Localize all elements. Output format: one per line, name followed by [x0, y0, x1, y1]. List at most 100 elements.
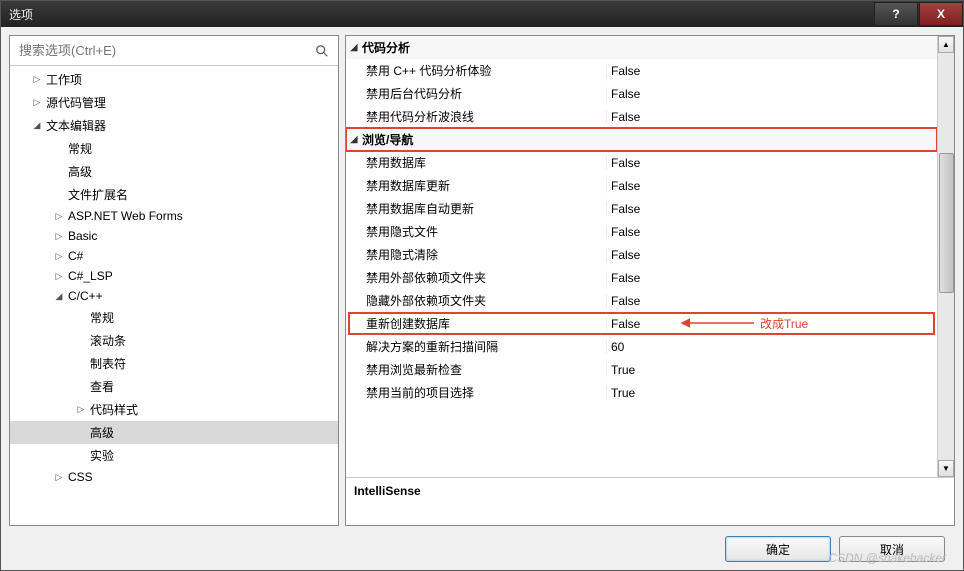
property-name: 禁用数据库更新 [346, 177, 606, 194]
tree-item[interactable]: 高级 [10, 421, 338, 444]
property-name: 禁用当前的项目选择 [346, 384, 606, 401]
scroll-up-icon[interactable]: ▲ [938, 36, 954, 53]
search-input[interactable] [13, 39, 309, 62]
tree-item[interactable]: ▷工作项 [10, 68, 338, 91]
property-value[interactable]: False [606, 271, 937, 285]
scroll-down-icon[interactable]: ▼ [938, 460, 954, 477]
grid-property[interactable]: 禁用当前的项目选择True [346, 381, 937, 404]
grid-property[interactable]: 禁用数据库自动更新False [346, 197, 937, 220]
tree-item[interactable]: ▷代码样式 [10, 398, 338, 421]
property-name: 解决方案的重新扫描间隔 [346, 338, 606, 355]
grid-property[interactable]: 禁用数据库False [346, 151, 937, 174]
tree-item[interactable]: 高级 [10, 160, 338, 183]
property-name: 禁用隐式清除 [346, 246, 606, 263]
grid-property[interactable]: 禁用代码分析波浪线False [346, 105, 937, 128]
property-value[interactable]: True [606, 363, 937, 377]
grid-property[interactable]: 禁用浏览最新检查True [346, 358, 937, 381]
tree-item[interactable]: 常规 [10, 137, 338, 160]
property-value[interactable]: 60 [606, 340, 937, 354]
panels: ▷工作项▷源代码管理◢文本编辑器常规高级文件扩展名▷ASP.NET Web Fo… [9, 35, 955, 526]
tree-item-label: 查看 [88, 377, 116, 396]
search-row [10, 36, 338, 66]
triangle-right-icon[interactable]: ▷ [30, 97, 44, 108]
property-value[interactable]: False [606, 225, 937, 239]
property-grid-container: ◢代码分析禁用 C++ 代码分析体验False禁用后台代码分析False禁用代码… [346, 36, 954, 477]
triangle-right-icon[interactable]: ▷ [52, 472, 66, 483]
tree-item[interactable]: 常规 [10, 306, 338, 329]
tree-item[interactable]: ▷C# [10, 246, 338, 266]
tree-item[interactable]: ◢C/C++ [10, 286, 338, 306]
grid-category[interactable]: ◢代码分析 [346, 36, 937, 59]
collapse-icon[interactable]: ◢ [346, 134, 362, 145]
grid-category[interactable]: ◢浏览/导航 [346, 128, 937, 151]
titlebar: 选项 ? X [1, 1, 963, 27]
grid-property[interactable]: 解决方案的重新扫描间隔60 [346, 335, 937, 358]
property-grid[interactable]: ◢代码分析禁用 C++ 代码分析体验False禁用后台代码分析False禁用代码… [346, 36, 937, 477]
property-value[interactable]: False [606, 110, 937, 124]
property-value[interactable]: False [606, 202, 937, 216]
property-value[interactable]: False [606, 317, 937, 331]
grid-property[interactable]: 禁用 C++ 代码分析体验False [346, 59, 937, 82]
property-value[interactable]: False [606, 294, 937, 308]
tree-item-label: 高级 [66, 162, 94, 181]
tree-item-label: 常规 [66, 139, 94, 158]
scrollbar-thumb[interactable] [939, 153, 954, 293]
triangle-right-icon[interactable]: ▷ [52, 211, 66, 222]
tree-item-label: C# [66, 248, 85, 264]
property-value[interactable]: False [606, 156, 937, 170]
help-button[interactable]: ? [874, 2, 918, 26]
tree-item-label: 工作项 [44, 70, 84, 89]
tree-item[interactable]: ▷源代码管理 [10, 91, 338, 114]
grid-property[interactable]: 重新创建数据库False [346, 312, 937, 335]
grid-property[interactable]: 禁用数据库更新False [346, 174, 937, 197]
tree-item[interactable]: 制表符 [10, 352, 338, 375]
description-panel: IntelliSense [346, 477, 954, 525]
property-value[interactable]: False [606, 87, 937, 101]
tree-item-label: 常规 [88, 308, 116, 327]
triangle-right-icon[interactable]: ▷ [52, 271, 66, 282]
grid-property[interactable]: 禁用后台代码分析False [346, 82, 937, 105]
property-name: 禁用浏览最新检查 [346, 361, 606, 378]
category-label: 代码分析 [362, 39, 937, 56]
triangle-right-icon[interactable]: ▷ [52, 231, 66, 242]
tree-item-label: 实验 [88, 446, 116, 465]
property-value[interactable]: True [606, 386, 937, 400]
description-title: IntelliSense [354, 484, 946, 498]
tree-item[interactable]: 查看 [10, 375, 338, 398]
triangle-down-icon[interactable]: ◢ [30, 120, 44, 131]
triangle-right-icon[interactable]: ▷ [30, 74, 44, 85]
tree-item[interactable]: 滚动条 [10, 329, 338, 352]
property-value[interactable]: False [606, 179, 937, 193]
category-label: 浏览/导航 [362, 131, 937, 148]
grid-property[interactable]: 隐藏外部依赖项文件夹False [346, 289, 937, 312]
property-value[interactable]: False [606, 64, 937, 78]
grid-property[interactable]: 禁用隐式清除False [346, 243, 937, 266]
property-name: 隐藏外部依赖项文件夹 [346, 292, 606, 309]
tree-item-label: 文件扩展名 [66, 185, 130, 204]
tree-item-label: 制表符 [88, 354, 128, 373]
tree-item[interactable]: 文件扩展名 [10, 183, 338, 206]
property-value[interactable]: False [606, 248, 937, 262]
tree-item[interactable]: ◢文本编辑器 [10, 114, 338, 137]
grid-property[interactable]: 禁用外部依赖项文件夹False [346, 266, 937, 289]
collapse-icon[interactable]: ◢ [346, 42, 362, 53]
tree-item[interactable]: ▷C#_LSP [10, 266, 338, 286]
tree-item[interactable]: 实验 [10, 444, 338, 467]
tree-item[interactable]: ▷Basic [10, 226, 338, 246]
ok-button[interactable]: 确定 [725, 536, 831, 562]
search-icon[interactable] [309, 39, 335, 62]
tree-item-label: 文本编辑器 [44, 116, 108, 135]
close-button[interactable]: X [919, 2, 963, 26]
triangle-right-icon[interactable]: ▷ [74, 404, 88, 415]
triangle-right-icon[interactable]: ▷ [52, 251, 66, 262]
triangle-down-icon[interactable]: ◢ [52, 291, 66, 302]
nav-tree[interactable]: ▷工作项▷源代码管理◢文本编辑器常规高级文件扩展名▷ASP.NET Web Fo… [10, 66, 338, 525]
button-row: 确定 取消 [9, 526, 955, 562]
window-title: 选项 [9, 6, 873, 23]
tree-item[interactable]: ▷CSS [10, 467, 338, 487]
grid-property[interactable]: 禁用隐式文件False [346, 220, 937, 243]
scrollbar[interactable]: ▲ ▼ [937, 36, 954, 477]
tree-item[interactable]: ▷ASP.NET Web Forms [10, 206, 338, 226]
property-name: 禁用代码分析波浪线 [346, 108, 606, 125]
content-area: ▷工作项▷源代码管理◢文本编辑器常规高级文件扩展名▷ASP.NET Web Fo… [1, 27, 963, 570]
